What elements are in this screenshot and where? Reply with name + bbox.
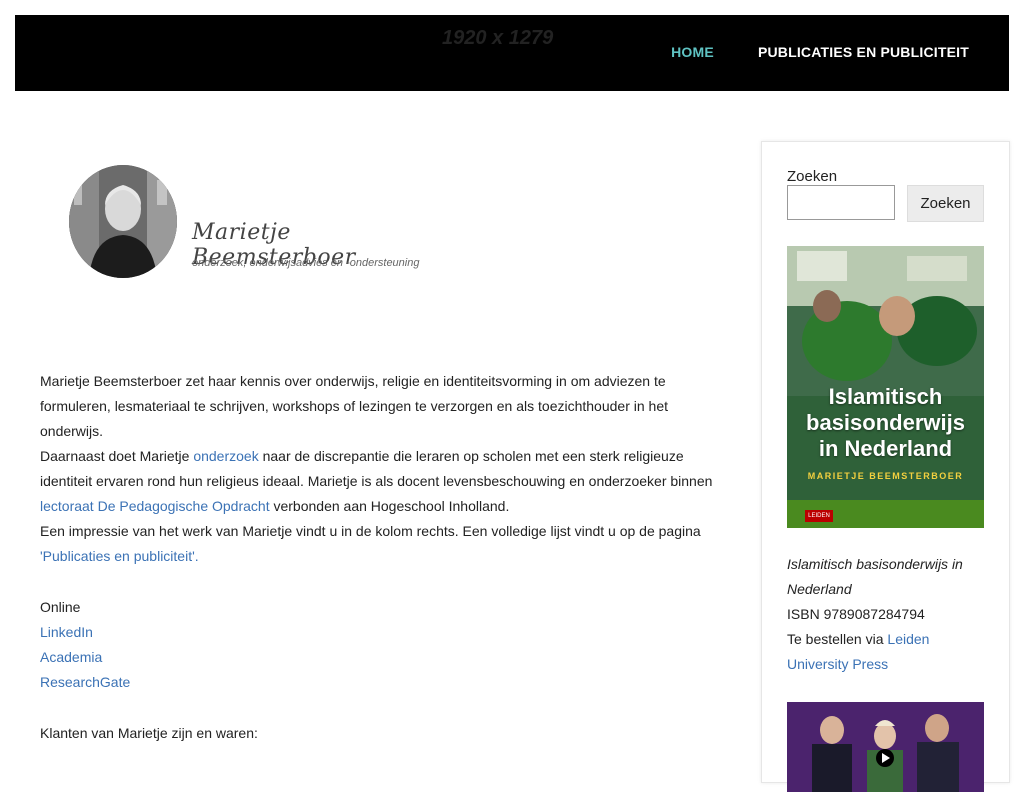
publisher-logo: LEIDEN	[805, 510, 833, 522]
header-placeholder-text: 1920 x 1279	[442, 27, 554, 49]
book-order: Te bestellen via Leiden University Press	[787, 631, 930, 672]
book-cover-author: MARIETJE BEEMSTERBOER	[807, 471, 964, 481]
book-info: Islamitisch basisonderwijs in Nederland …	[787, 552, 987, 677]
sidebar: Zoeken Zoeken Islamitisch basisonderwijs…	[761, 141, 1010, 792]
book-cover-title: Islamitisch basisonderwijs in Nederland	[806, 384, 965, 461]
online-heading: Online	[40, 599, 81, 615]
search-button[interactable]: Zoeken	[907, 185, 984, 222]
search-label: Zoeken	[787, 168, 838, 185]
researchgate-link[interactable]: ResearchGate	[40, 674, 130, 690]
clients-heading: Klanten van Marietje zijn en waren:	[40, 725, 258, 741]
publications-page-link[interactable]: 'Publicaties en publiciteit'.	[40, 548, 199, 564]
site-logo[interactable]: Marietje Beemsterboer onderzoek, onderwi…	[69, 165, 449, 285]
video-thumbnail[interactable]	[787, 702, 984, 792]
research-link[interactable]: onderzoek	[193, 448, 258, 464]
main-nav: HOME PUBLICATIES EN PUBLICITEIT	[671, 44, 969, 60]
main-content: Marietje Beemsterboer zet haar kennis ov…	[40, 369, 720, 746]
intro-paragraph: Marietje Beemsterboer zet haar kennis ov…	[40, 373, 668, 439]
nav-publications[interactable]: PUBLICATIES EN PUBLICITEIT	[758, 44, 969, 60]
avatar	[69, 165, 177, 278]
academia-link[interactable]: Academia	[40, 649, 102, 665]
book-title: Islamitisch basisonderwijs in Nederland	[787, 556, 963, 597]
nav-home[interactable]: HOME	[671, 44, 714, 60]
logo-tagline: onderzoek, onderwijsadvies en -ondersteu…	[192, 257, 420, 269]
book-cover-image[interactable]: Islamitisch basisonderwijs in Nederland …	[787, 246, 984, 528]
book-isbn: ISBN 9789087284794	[787, 606, 925, 622]
linkedin-link[interactable]: LinkedIn	[40, 624, 93, 640]
impression-paragraph: Een impressie van het werk van Marietje …	[40, 523, 701, 564]
research-paragraph: Daarnaast doet Marietje onderzoek naar d…	[40, 448, 713, 514]
search-input[interactable]	[787, 185, 895, 220]
lectoraat-link[interactable]: lectoraat De Pedagogische Opdracht	[40, 498, 270, 514]
site-header: 1920 x 1279 HOME PUBLICATIES EN PUBLICIT…	[15, 15, 1009, 91]
